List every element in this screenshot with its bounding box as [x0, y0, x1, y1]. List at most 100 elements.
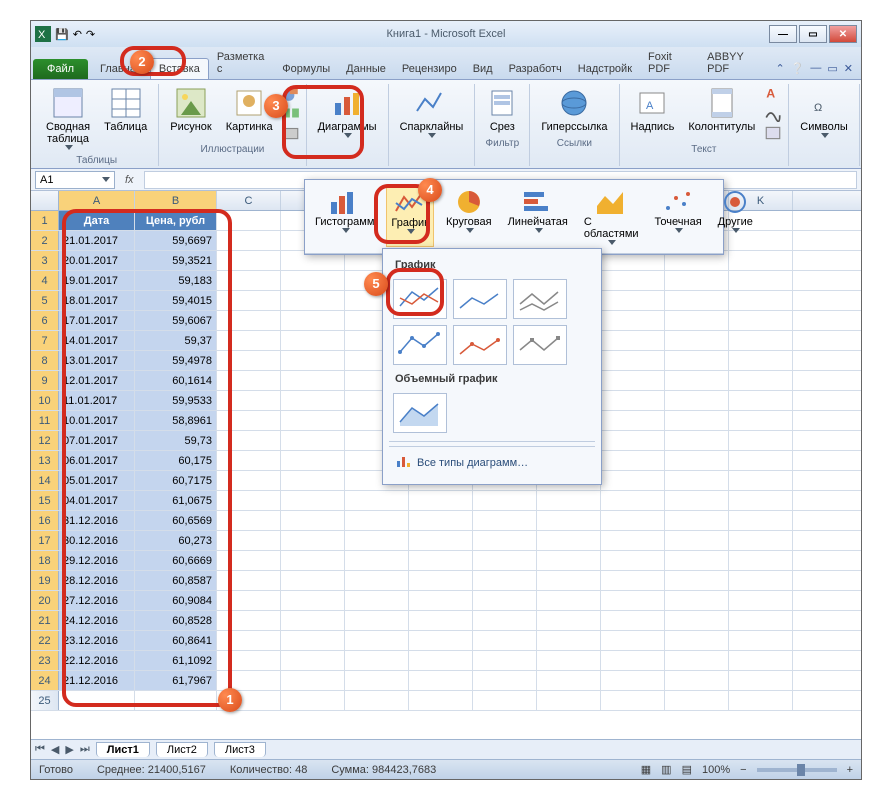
row-3[interactable]: 3 [31, 251, 59, 270]
cell-H25[interactable] [537, 691, 601, 710]
doc-restore-icon[interactable]: ▭ [827, 62, 837, 75]
cell-K4[interactable] [729, 271, 793, 290]
cell-I12[interactable] [601, 431, 665, 450]
cell-A12[interactable]: 07.01.2017 [59, 431, 135, 450]
cell-D16[interactable] [281, 511, 345, 530]
minimize-ribbon-icon[interactable]: ⌃ [775, 62, 784, 75]
zoom-out-icon[interactable]: − [740, 764, 746, 776]
cell-K8[interactable] [729, 351, 793, 370]
table-button[interactable]: Таблица [99, 84, 152, 136]
cell-D18[interactable] [281, 551, 345, 570]
cell-F15[interactable] [409, 491, 473, 510]
sheet-2[interactable]: Лист2 [156, 742, 208, 757]
close-button[interactable]: ✕ [829, 25, 857, 43]
cell-F17[interactable] [409, 531, 473, 550]
cell-A11[interactable]: 10.01.2017 [59, 411, 135, 430]
cell-K15[interactable] [729, 491, 793, 510]
headerfooter-button[interactable]: Колонтитулы [683, 84, 760, 136]
cell-K6[interactable] [729, 311, 793, 330]
cell-F20[interactable] [409, 591, 473, 610]
cell-E17[interactable] [345, 531, 409, 550]
cell-H23[interactable] [537, 651, 601, 670]
cell-I25[interactable] [601, 691, 665, 710]
cell-D17[interactable] [281, 531, 345, 550]
cell-C9[interactable] [217, 371, 281, 390]
cell-I11[interactable] [601, 411, 665, 430]
help-icon[interactable]: ❔ [791, 62, 805, 75]
cell-G21[interactable] [473, 611, 537, 630]
cell-I16[interactable] [601, 511, 665, 530]
row-9[interactable]: 9 [31, 371, 59, 390]
row-16[interactable]: 16 [31, 511, 59, 530]
cell-H24[interactable] [537, 671, 601, 690]
cell-J19[interactable] [665, 571, 729, 590]
cell-A18[interactable]: 29.12.2016 [59, 551, 135, 570]
cell-J10[interactable] [665, 391, 729, 410]
chart-line[interactable]: График [386, 186, 434, 247]
cell-C1[interactable] [217, 211, 281, 230]
tab-formulas[interactable]: Формулы [274, 59, 338, 79]
cell-I6[interactable] [601, 311, 665, 330]
cell-I7[interactable] [601, 331, 665, 350]
tab-foxit[interactable]: Foxit PDF [640, 47, 699, 79]
cell-C11[interactable] [217, 411, 281, 430]
cell-I10[interactable] [601, 391, 665, 410]
cell-I23[interactable] [601, 651, 665, 670]
line-basic[interactable] [393, 279, 447, 319]
cell-C15[interactable] [217, 491, 281, 510]
row-4[interactable]: 4 [31, 271, 59, 290]
cell-H18[interactable] [537, 551, 601, 570]
cell-G17[interactable] [473, 531, 537, 550]
cell-B15[interactable]: 61,0675 [135, 491, 217, 510]
cell-K14[interactable] [729, 471, 793, 490]
cell-H16[interactable] [537, 511, 601, 530]
row-15[interactable]: 15 [31, 491, 59, 510]
cell-C23[interactable] [217, 651, 281, 670]
cell-J8[interactable] [665, 351, 729, 370]
view-break-icon[interactable]: ▤ [682, 763, 692, 776]
col-A[interactable]: A [59, 191, 135, 210]
tab-abbyy[interactable]: ABBYY PDF [699, 47, 769, 79]
row-2[interactable]: 2 [31, 231, 59, 250]
cell-I19[interactable] [601, 571, 665, 590]
cell-A21[interactable]: 24.12.2016 [59, 611, 135, 630]
pivot-table-button[interactable]: Сводная таблица [41, 84, 95, 153]
cell-C5[interactable] [217, 291, 281, 310]
cell-H19[interactable] [537, 571, 601, 590]
cell-G15[interactable] [473, 491, 537, 510]
cell-K25[interactable] [729, 691, 793, 710]
tab-home[interactable]: Главная [92, 59, 150, 79]
cell-J22[interactable] [665, 631, 729, 650]
cell-K18[interactable] [729, 551, 793, 570]
cell-A15[interactable]: 04.01.2017 [59, 491, 135, 510]
cell-E15[interactable] [345, 491, 409, 510]
clipart-button[interactable]: Картинка [221, 84, 278, 136]
cell-A3[interactable]: 20.01.2017 [59, 251, 135, 270]
cell-C21[interactable] [217, 611, 281, 630]
cell-C22[interactable] [217, 631, 281, 650]
minimize-button[interactable]: — [769, 25, 797, 43]
row-13[interactable]: 13 [31, 451, 59, 470]
cell-D5[interactable] [281, 291, 345, 310]
row-24[interactable]: 24 [31, 671, 59, 690]
line-3d[interactable] [393, 393, 447, 433]
cell-K16[interactable] [729, 511, 793, 530]
chart-scatter[interactable]: Точечная [651, 186, 706, 247]
cell-J13[interactable] [665, 451, 729, 470]
cell-C19[interactable] [217, 571, 281, 590]
row-10[interactable]: 10 [31, 391, 59, 410]
cell-K20[interactable] [729, 591, 793, 610]
cell-D13[interactable] [281, 451, 345, 470]
cell-B9[interactable]: 60,1614 [135, 371, 217, 390]
line-stacked-markers[interactable] [453, 325, 507, 365]
cell-A13[interactable]: 06.01.2017 [59, 451, 135, 470]
cell-A1[interactable]: Дата [59, 211, 135, 230]
cell-K17[interactable] [729, 531, 793, 550]
row-5[interactable]: 5 [31, 291, 59, 310]
cell-G19[interactable] [473, 571, 537, 590]
row-14[interactable]: 14 [31, 471, 59, 490]
cell-C7[interactable] [217, 331, 281, 350]
cell-K21[interactable] [729, 611, 793, 630]
cell-D15[interactable] [281, 491, 345, 510]
cell-C20[interactable] [217, 591, 281, 610]
